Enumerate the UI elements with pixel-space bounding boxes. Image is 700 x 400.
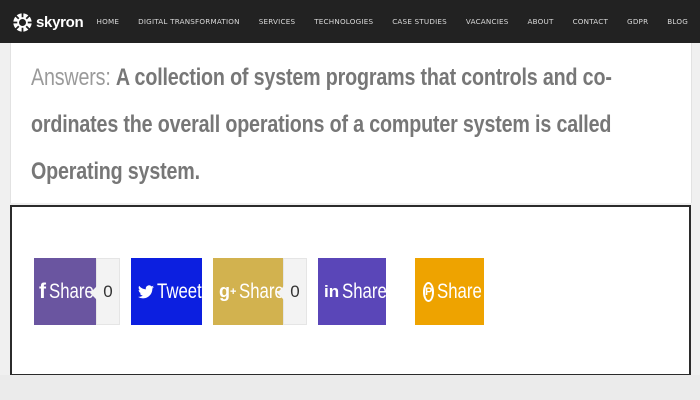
facebook-share-main: f Share [34, 258, 96, 325]
main-nav-menu: HOME DIGITAL TRANSFORMATION SERVICES TEC… [97, 0, 688, 43]
facebook-share-button[interactable]: f Share 0 [34, 258, 120, 325]
pinterest-share-button[interactable]: P Share [415, 258, 484, 325]
pinterest-share-main: P Share [415, 258, 484, 325]
facebook-icon: f [39, 279, 46, 303]
google-plus-share-main: g + Share [213, 258, 284, 325]
facebook-share-label: Share [49, 279, 94, 303]
top-navbar: skyron HOME DIGITAL TRANSFORMATION SERVI… [0, 0, 700, 43]
nav-item-blog[interactable]: BLOG [667, 17, 688, 26]
pinterest-icon: P [423, 281, 435, 302]
linkedin-share-main: in Share [318, 258, 387, 325]
linkedin-icon: in [324, 281, 340, 301]
nav-item-services[interactable]: SERVICES [259, 17, 295, 26]
google-plus-share-button[interactable]: g + Share 0 [213, 258, 307, 325]
brand-name: skyron [36, 13, 84, 31]
social-share-box: f Share 0 Tweet g + Share 0 in Share P Sh… [10, 205, 691, 376]
google-plus-icon: g + [219, 281, 237, 301]
nav-item-contact[interactable]: CONTACT [573, 17, 608, 26]
skyron-logo-icon [12, 12, 33, 32]
google-plus-share-count: 0 [277, 258, 307, 325]
linkedin-share-label: Share [342, 279, 387, 303]
answer-card: Answers: A collection of system programs… [10, 43, 692, 203]
brand-logo[interactable]: skyron [12, 10, 84, 34]
nav-item-about[interactable]: ABOUT [528, 17, 554, 26]
linkedin-share-button[interactable]: in Share [318, 258, 387, 325]
answer-paragraph: Answers: A collection of system programs… [31, 55, 671, 195]
twitter-icon [138, 284, 154, 299]
pinterest-share-label: Share [437, 279, 483, 303]
nav-item-technologies[interactable]: TECHNOLOGIES [314, 17, 373, 26]
facebook-share-count: 0 [90, 258, 120, 325]
twitter-share-main: Tweet [131, 258, 202, 325]
answer-label: Answers: [31, 64, 111, 91]
answer-body: A collection of system programs that con… [31, 64, 612, 185]
nav-item-digital-transformation[interactable]: DIGITAL TRANSFORMATION [138, 17, 240, 26]
nav-item-home[interactable]: HOME [97, 17, 120, 26]
twitter-share-label: Tweet [157, 279, 202, 303]
twitter-share-button[interactable]: Tweet [131, 258, 202, 325]
nav-item-case-studies[interactable]: CASE STUDIES [392, 17, 447, 26]
nav-item-vacancies[interactable]: VACANCIES [466, 17, 509, 26]
nav-item-gdpr[interactable]: GDPR [627, 17, 648, 26]
page-footer-area [0, 375, 700, 400]
